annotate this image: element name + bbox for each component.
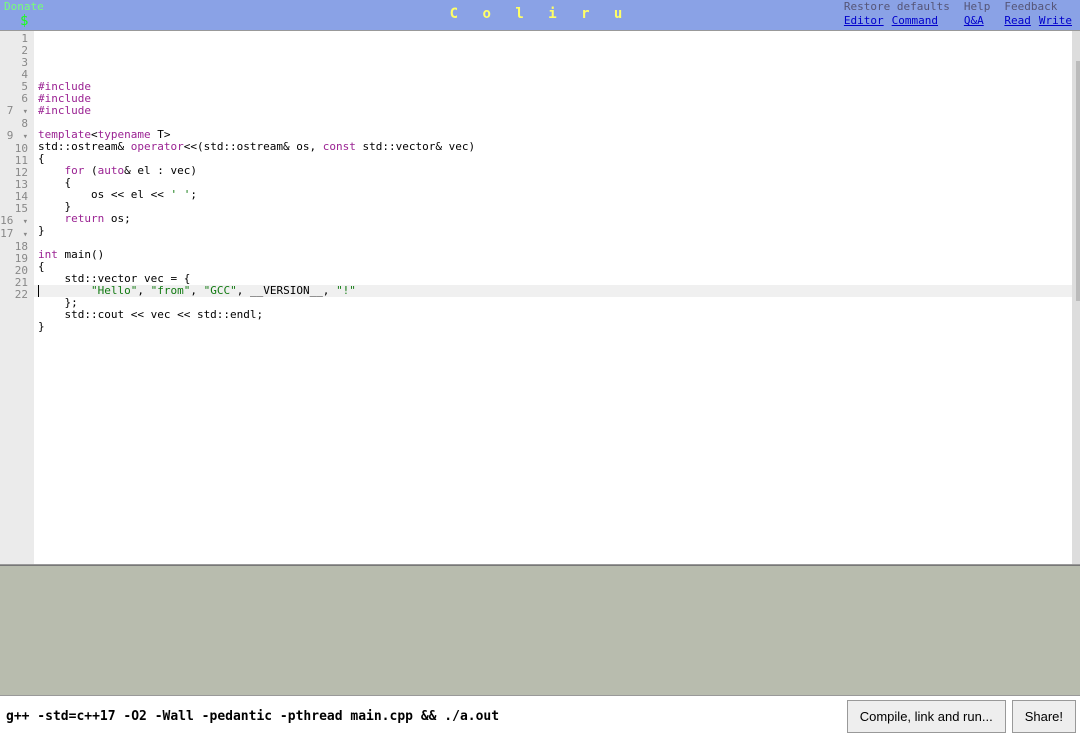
share-button[interactable]: Share! bbox=[1012, 700, 1076, 733]
output-panel[interactable] bbox=[0, 565, 1080, 695]
read-link[interactable]: Read bbox=[1004, 14, 1031, 28]
page-title: C o l i r u bbox=[450, 6, 631, 22]
header-bar: Donate $ C o l i r u Restore defaults Ed… bbox=[0, 0, 1080, 30]
command-link[interactable]: Command bbox=[892, 14, 938, 28]
compile-button[interactable]: Compile, link and run... bbox=[847, 700, 1006, 733]
code-editor[interactable]: 1234567 ▾89 ▾10111213141516 ▾17 ▾1819202… bbox=[0, 30, 1080, 565]
feedback-label: Feedback bbox=[1004, 0, 1072, 14]
help-label: Help bbox=[964, 0, 991, 14]
code-area[interactable]: #include #include #include template<type… bbox=[34, 31, 1080, 564]
bottom-bar: g++ -std=c++17 -O2 -Wall -pedantic -pthr… bbox=[0, 695, 1080, 737]
editor-link[interactable]: Editor bbox=[844, 14, 884, 28]
header-right: Restore defaults Editor Command Help Q&A… bbox=[844, 0, 1072, 28]
donate-block: Donate $ bbox=[0, 0, 44, 29]
donate-link[interactable]: Donate bbox=[4, 0, 44, 13]
dollar-icon[interactable]: $ bbox=[4, 13, 44, 29]
text-cursor bbox=[38, 285, 39, 297]
qa-link[interactable]: Q&A bbox=[964, 14, 991, 28]
write-link[interactable]: Write bbox=[1039, 14, 1072, 28]
line-gutter: 1234567 ▾89 ▾10111213141516 ▾17 ▾1819202… bbox=[0, 31, 34, 564]
restore-defaults-label: Restore defaults bbox=[844, 0, 950, 14]
